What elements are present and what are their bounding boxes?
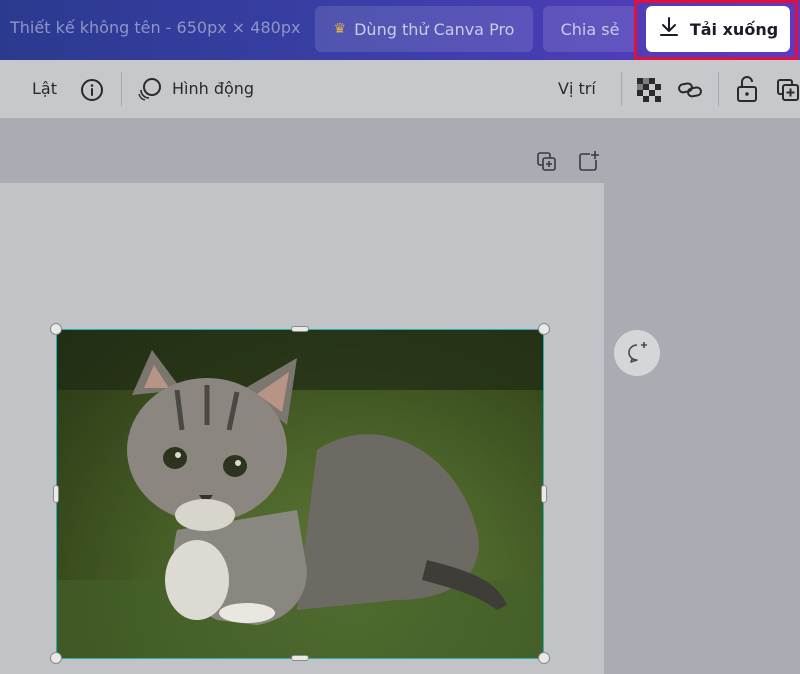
share-label: Chia sẻ [560,19,620,39]
selection-frame [56,329,544,659]
toolbar-divider [121,72,122,106]
toolbar-divider [718,72,719,106]
resize-handle-left[interactable] [53,485,59,503]
resize-handle-top-left[interactable] [50,323,62,335]
position-button[interactable]: Vị trí [558,79,596,98]
resize-handle-bottom-right[interactable] [538,652,550,664]
resize-handle-top-right[interactable] [538,323,550,335]
link-icon[interactable] [677,78,703,106]
duplicate-page-icon[interactable] [537,152,557,176]
crown-icon: ♛ [333,21,347,37]
resize-handle-bottom[interactable] [291,655,309,661]
download-button[interactable]: Tải xuống [646,6,790,52]
add-comment-button[interactable] [614,330,660,376]
add-comment-icon [625,341,649,369]
flip-button[interactable]: Lật [32,79,57,98]
download-label: Tải xuống [689,19,779,39]
info-icon[interactable] [80,78,104,106]
resize-handle-top[interactable] [291,326,309,332]
try-canva-pro-label: Dùng thử Canva Pro [354,19,515,39]
top-bar: Thiết kế không tên - 650px × 480px ♛ Dùn… [0,0,800,60]
add-page-icon[interactable] [578,150,600,176]
editor-toolbar: Lật Hình động Vị trí [0,60,800,118]
resize-handle-bottom-left[interactable] [50,652,62,664]
animate-icon [136,77,162,107]
document-title[interactable]: Thiết kế không tên - 650px × 480px [10,18,300,37]
share-button[interactable]: Chia sẻ [543,6,637,52]
unlock-icon[interactable] [736,75,758,107]
toolbar-divider [621,72,622,106]
resize-handle-right[interactable] [541,485,547,503]
animate-label: Hình động [172,79,255,98]
try-canva-pro-button[interactable]: ♛ Dùng thử Canva Pro [315,6,533,52]
duplicate-icon[interactable] [776,78,800,106]
transparency-icon[interactable] [637,78,661,106]
download-icon [658,16,680,42]
